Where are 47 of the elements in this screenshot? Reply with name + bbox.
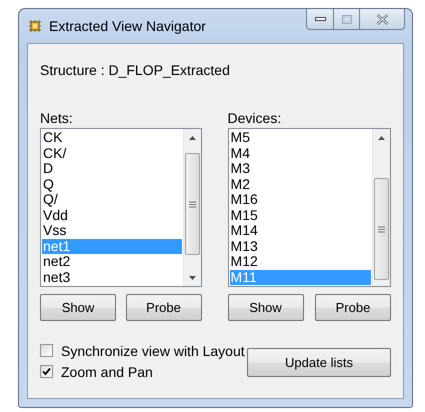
scroll-thumb[interactable]	[184, 153, 200, 255]
list-item[interactable]: M4	[230, 146, 371, 161]
list-item[interactable]: Vss	[42, 223, 182, 238]
maximize-icon	[342, 14, 352, 24]
list-item[interactable]: CK/	[42, 146, 182, 161]
list-item[interactable]: Vdd	[42, 208, 182, 223]
scrollbar[interactable]	[182, 129, 201, 286]
list-item[interactable]: M12	[230, 254, 371, 270]
check-icon	[42, 367, 51, 376]
list-item[interactable]: Q	[42, 176, 182, 192]
close-icon	[376, 14, 388, 24]
checkbox-label[interactable]: Synchronize view with Layout	[61, 342, 245, 358]
list-item[interactable]: M5	[230, 130, 371, 146]
window-title: Extracted View Navigator	[49, 18, 207, 34]
show-button[interactable]: Show	[40, 294, 116, 321]
checkbox-label[interactable]: Zoom and Pan	[61, 364, 153, 380]
list-box[interactable]: CK CK/ D Q Q/ Vdd Vss net1 net2 net3	[40, 128, 202, 287]
minimize-button[interactable]	[306, 9, 334, 30]
chip-icon	[27, 18, 43, 34]
list-item[interactable]: D	[42, 161, 182, 176]
probe-button[interactable]: Probe	[126, 294, 202, 321]
scroll-up-icon[interactable]	[378, 136, 385, 140]
minimize-icon	[314, 17, 326, 21]
show-button[interactable]: Show	[228, 294, 304, 321]
scroll-thumb[interactable]	[374, 178, 389, 280]
probe-button[interactable]: Probe	[315, 294, 391, 321]
list-item[interactable]: M16	[230, 192, 371, 208]
list-item[interactable]: M13	[230, 238, 371, 254]
list-item[interactable]: M14	[230, 223, 371, 238]
list-box[interactable]: M5 M4 M3 M2 M16 M15 M14 M13 M12 M11	[228, 128, 391, 287]
structure-label: Structure : D_FLOP_Extracted	[40, 62, 231, 78]
list-item[interactable]: M2	[230, 176, 371, 192]
list-label: Devices:	[228, 110, 282, 128]
scroll-down-icon[interactable]	[188, 276, 196, 280]
list-item[interactable]: Q/	[42, 192, 182, 208]
list-label: Nets:	[40, 110, 74, 128]
list-item[interactable]: net2	[42, 254, 182, 270]
list-item[interactable]: net3	[42, 270, 182, 285]
checkbox[interactable]	[40, 344, 53, 357]
list-item[interactable]: M15	[230, 208, 371, 223]
scroll-up-icon[interactable]	[188, 136, 196, 140]
list-item[interactable]: CK	[42, 130, 182, 146]
scrollbar[interactable]	[372, 129, 390, 286]
close-button[interactable]	[360, 9, 405, 30]
list-item[interactable]: M3	[230, 161, 371, 176]
update-lists-button[interactable]: Update lists	[247, 348, 391, 377]
checkbox[interactable]	[40, 365, 53, 378]
